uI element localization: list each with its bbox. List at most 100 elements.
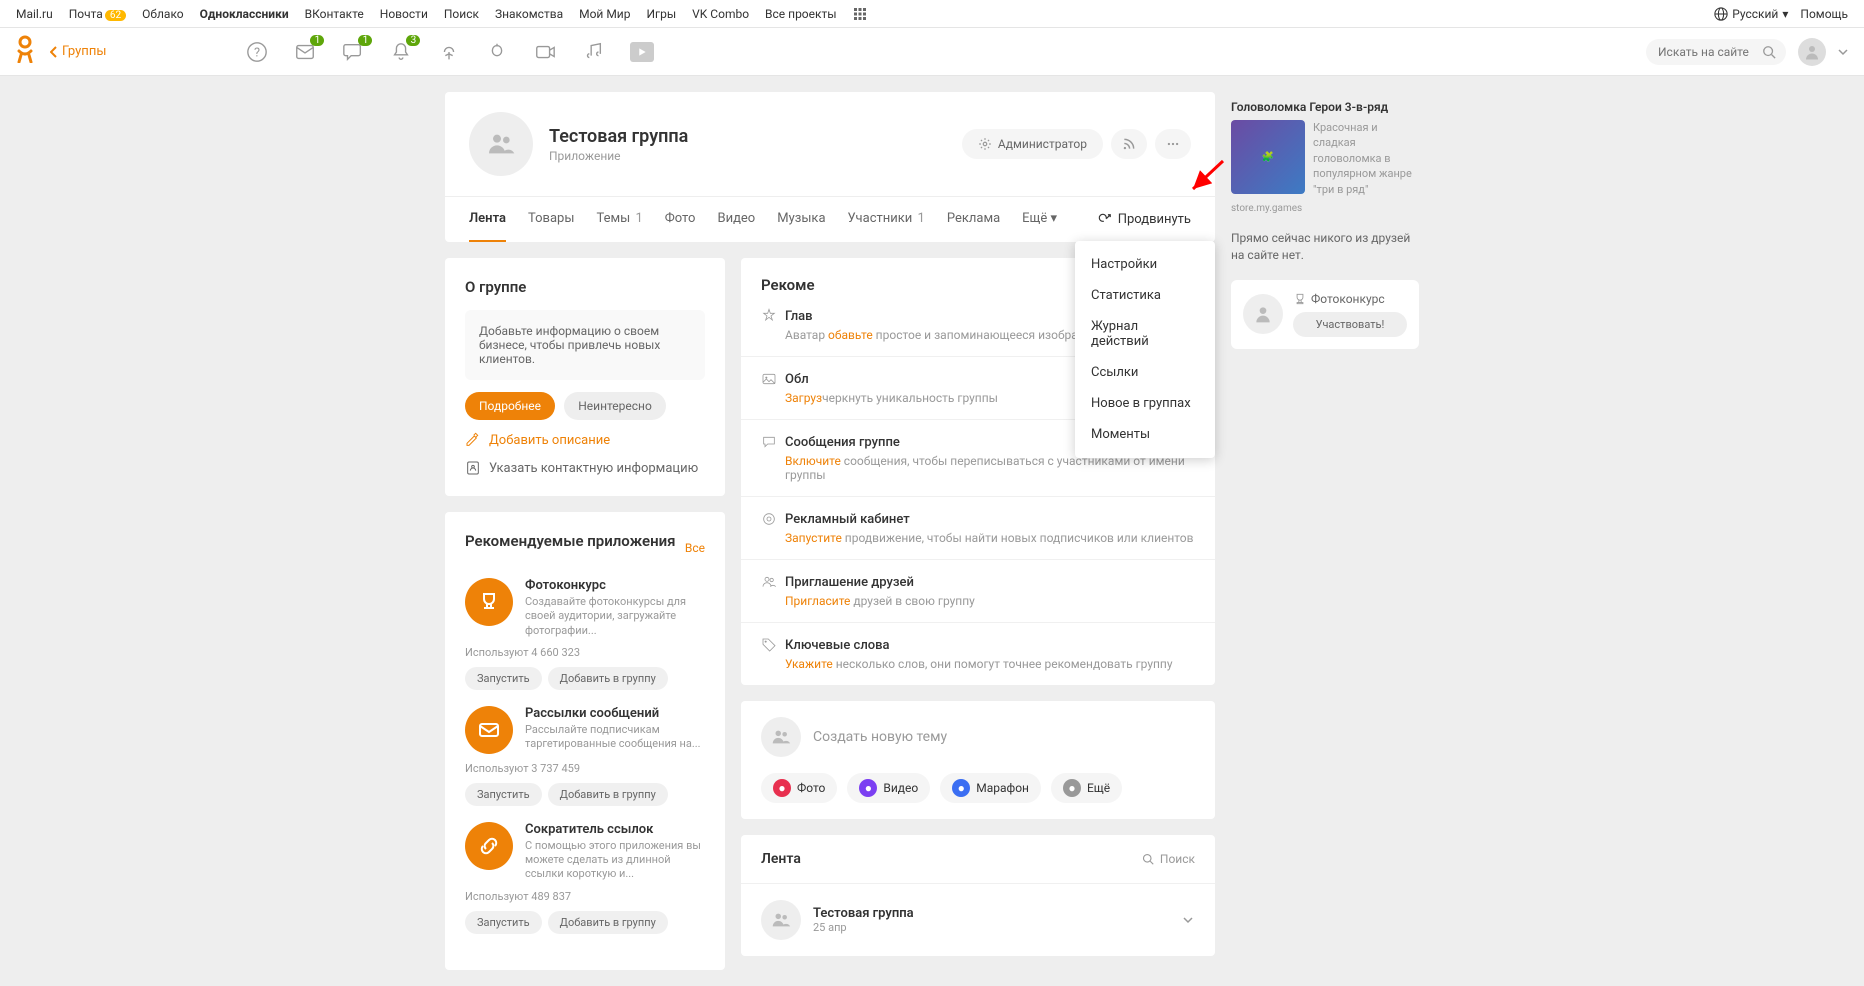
music-icon[interactable] xyxy=(582,41,604,63)
contest-title: Фотоконкурс xyxy=(1293,292,1407,306)
post-collapse-icon[interactable] xyxy=(1181,913,1195,927)
search-icon xyxy=(1762,45,1776,59)
app-usage: Используют 489 837 xyxy=(465,890,705,903)
topbar-item-8[interactable]: Мой Мир xyxy=(579,7,630,21)
promote-link[interactable]: Продвинуть xyxy=(1098,212,1191,227)
topbar-item-6[interactable]: Поиск xyxy=(444,7,479,21)
app-name[interactable]: Рассылки сообщений xyxy=(525,706,705,721)
app-add-button[interactable]: Добавить в группу xyxy=(548,667,668,690)
chip-Видео[interactable]: ●Видео xyxy=(847,773,930,803)
about-more-button[interactable]: Подробнее xyxy=(465,392,555,420)
app-name[interactable]: Фотоконкурс xyxy=(525,578,705,593)
ad-card[interactable]: Головоломка Герои 3-в-ряд 🧩 Красочная и … xyxy=(1231,92,1419,214)
tab-Темы[interactable]: Темы 1 xyxy=(596,197,642,242)
admin-button[interactable]: Администратор xyxy=(962,129,1103,159)
help-icon[interactable]: ? xyxy=(246,41,268,63)
chevron-down-icon[interactable] xyxy=(1838,47,1848,57)
topbar-item-1[interactable]: Почта62 xyxy=(69,7,126,21)
post-avatar xyxy=(761,900,801,940)
grid-icon[interactable] xyxy=(853,7,867,21)
globe-icon xyxy=(1714,7,1728,21)
ad-source: store.my.games xyxy=(1231,197,1419,214)
add-description-link[interactable]: Добавить описание xyxy=(465,432,705,448)
app-icon xyxy=(465,706,513,754)
app-run-button[interactable]: Запустить xyxy=(465,783,542,806)
tab-Музыка[interactable]: Музыка xyxy=(777,197,825,242)
dropdown-item-Журнал действий[interactable]: Журнал действий xyxy=(1075,311,1215,357)
tab-Лента[interactable]: Лента xyxy=(469,197,506,242)
app-add-button[interactable]: Добавить в группу xyxy=(548,783,668,806)
about-dismiss-button[interactable]: Неинтересно xyxy=(564,392,666,420)
chip-Фото[interactable]: ●Фото xyxy=(761,773,837,803)
tab-Видео[interactable]: Видео xyxy=(717,197,755,242)
rec-item[interactable]: Приглашение друзейПригласите друзей в св… xyxy=(741,560,1215,623)
app-add-button[interactable]: Добавить в группу xyxy=(548,911,668,934)
friends-online-note: Прямо сейчас никого из друзей на сайте н… xyxy=(1231,230,1419,264)
group-avatar[interactable] xyxy=(469,112,533,176)
feed-search[interactable]: Поиск xyxy=(1142,852,1195,866)
group-header-card: Тестовая группа Приложение Администратор… xyxy=(445,92,1215,242)
ad-image: 🧩 xyxy=(1231,120,1305,194)
guests-icon[interactable] xyxy=(438,41,460,63)
rec-item[interactable]: Ключевые словаУкажите несколько слов, он… xyxy=(741,623,1215,685)
apps-all-link[interactable]: Все xyxy=(685,541,705,555)
dropdown-item-Новое в группах[interactable]: Новое в группах xyxy=(1075,388,1215,419)
user-avatar[interactable] xyxy=(1798,38,1826,66)
discussions-icon[interactable]: 1 xyxy=(342,41,364,63)
app-item: Рассылки сообщенийРассылайте подписчикам… xyxy=(465,706,705,754)
topbar-item-10[interactable]: VK Combo xyxy=(692,7,749,21)
feed-post[interactable]: Тестовая группа 25 апр xyxy=(741,884,1215,956)
ok-logo[interactable] xyxy=(16,35,34,69)
tab-Товары[interactable]: Товары xyxy=(528,197,574,242)
tab-Ещё[interactable]: Ещё ▾ xyxy=(1022,197,1057,242)
chip-Ещё[interactable]: ●Ещё xyxy=(1051,773,1122,803)
topbar-item-2[interactable]: Облако xyxy=(142,7,184,21)
app-usage: Используют 3 737 459 xyxy=(465,762,705,775)
tab-Реклама[interactable]: Реклама xyxy=(947,197,1000,242)
post-author: Тестовая группа xyxy=(813,906,914,921)
apps-section: Рекомендуемые приложения Все Фотоконкурс… xyxy=(445,512,725,970)
dropdown-item-Ссылки[interactable]: Ссылки xyxy=(1075,357,1215,388)
rec-item[interactable]: Рекламный кабинетЗапустите продвижение, … xyxy=(741,497,1215,560)
tv-icon[interactable] xyxy=(630,42,654,62)
tab-Участники[interactable]: Участники 1 xyxy=(848,197,925,242)
back-to-groups[interactable]: Группы xyxy=(50,44,106,59)
app-item: Фотоконкурс Создавайте фотоконкурсы для с… xyxy=(465,578,705,638)
app-run-button[interactable]: Запустить xyxy=(465,911,542,934)
marks-icon[interactable] xyxy=(486,41,508,63)
svg-text:?: ? xyxy=(254,45,260,60)
more-button[interactable] xyxy=(1155,129,1191,159)
topbar-item-5[interactable]: Новости xyxy=(380,7,428,21)
topbar-item-7[interactable]: Знакомства xyxy=(495,7,563,21)
topbar-item-9[interactable]: Игры xyxy=(646,7,676,21)
tab-Фото[interactable]: Фото xyxy=(665,197,696,242)
notifications-icon[interactable]: 3 xyxy=(390,41,412,63)
topbar-item-0[interactable]: Mail.ru xyxy=(16,7,53,21)
header-bar: Группы ? 1 1 3 xyxy=(0,28,1864,76)
rss-button[interactable] xyxy=(1111,129,1147,159)
contest-participate-button[interactable]: Участвовать! xyxy=(1293,312,1407,337)
topbar-item-3[interactable]: Одноклассники xyxy=(200,7,289,21)
more-dropdown: НастройкиСтатистикаЖурнал действийСсылки… xyxy=(1075,241,1215,458)
dropdown-item-Настройки[interactable]: Настройки xyxy=(1075,249,1215,280)
add-contact-link[interactable]: Указать контактную информацию xyxy=(465,460,705,476)
topbar-item-11[interactable]: Все проекты xyxy=(765,7,837,21)
app-name[interactable]: Сократитель ссылок xyxy=(525,822,705,837)
language-switcher[interactable]: Русский ▾ xyxy=(1714,7,1788,21)
help-link[interactable]: Помощь xyxy=(1800,7,1848,21)
chip-Марафон[interactable]: ●Марафон xyxy=(940,773,1041,803)
app-desc: Создавайте фотоконкурсы для своей аудито… xyxy=(525,595,705,638)
group-name: Тестовая группа xyxy=(549,126,688,147)
app-run-button[interactable]: Запустить xyxy=(465,667,542,690)
about-title: О группе xyxy=(465,278,705,296)
video-icon[interactable] xyxy=(534,41,556,63)
app-icon xyxy=(465,578,513,626)
topbar: Mail.ru Почта62 Облако Одноклассники ВКонтак… xyxy=(0,0,1864,28)
topbar-item-4[interactable]: ВКонтакте xyxy=(305,7,364,21)
app-item: Сократитель ссылокС помощью этого прилож… xyxy=(465,822,705,882)
compose-card: Создать новую тему ●Фото ●Видео ●Марафон ●Е… xyxy=(741,701,1215,819)
compose-placeholder[interactable]: Создать новую тему xyxy=(813,729,947,745)
messages-icon[interactable]: 1 xyxy=(294,41,316,63)
dropdown-item-Моменты[interactable]: Моменты xyxy=(1075,419,1215,450)
dropdown-item-Статистика[interactable]: Статистика xyxy=(1075,280,1215,311)
